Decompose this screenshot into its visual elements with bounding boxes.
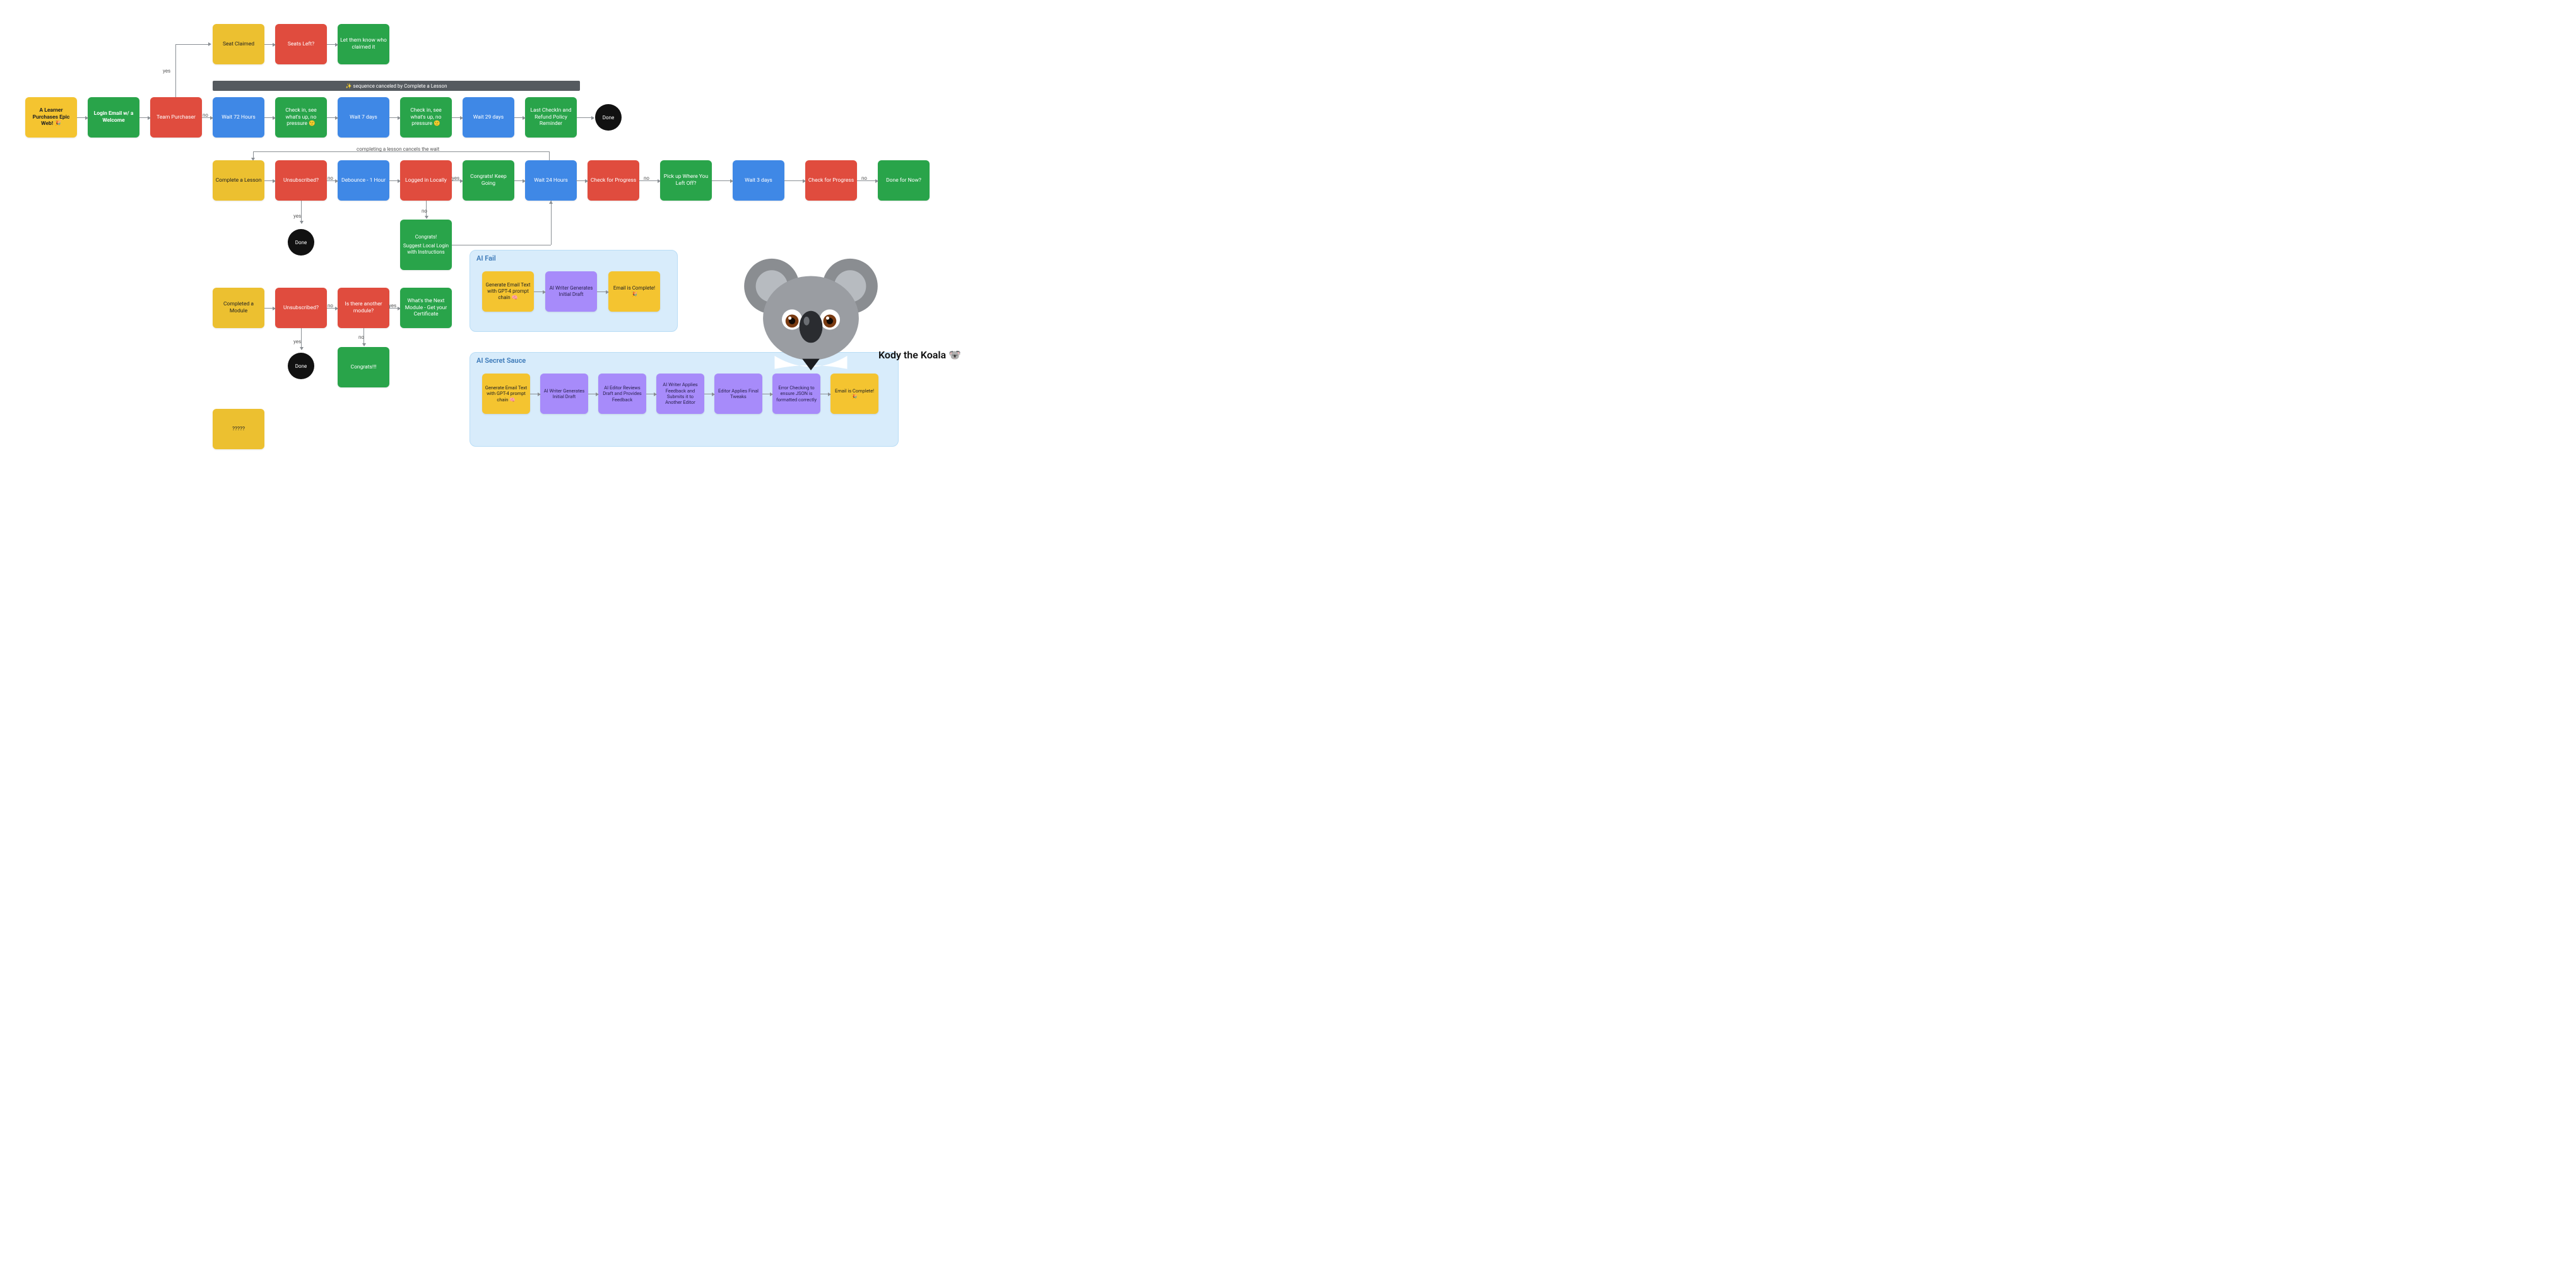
node-let-them-know: Let them know who claimed it — [338, 24, 389, 64]
arrow — [577, 117, 594, 118]
arrow — [576, 180, 588, 181]
arrow — [514, 180, 525, 181]
connector — [301, 201, 302, 223]
edge-label-yes: yes — [293, 213, 301, 219]
node-mystery: ????? — [213, 409, 264, 449]
node-unsubscribed-2: Unsubscribed? — [275, 288, 327, 328]
node-wait-7d: Wait 7 days — [338, 97, 389, 138]
node-congrats-suggest: Congrats! Suggest Local Login with Instr… — [400, 220, 452, 270]
arrow — [264, 117, 275, 118]
connector — [551, 201, 552, 245]
node-unsubscribed-1: Unsubscribed? — [275, 160, 327, 201]
arrow — [784, 180, 805, 181]
node-congrats-final: Congrats!!! — [338, 347, 389, 387]
node-ai-secret-b: AI Writer Generates Initial Draft — [540, 374, 588, 414]
arrow — [639, 180, 660, 181]
node-wait-24h: Wait 24 Hours — [525, 160, 577, 201]
node-wait-29d: Wait 29 days — [463, 97, 514, 138]
node-wait-72h: Wait 72 Hours — [213, 97, 264, 138]
congrats-body: Suggest Local Login with Instructions — [403, 243, 449, 256]
node-learner-purchases: A Learner Purchases Epic Web! 🎉 — [25, 97, 77, 138]
arrow — [389, 117, 400, 118]
edge-label-no: no — [861, 175, 867, 181]
arrowhead — [208, 42, 211, 46]
connector — [301, 328, 302, 350]
node-pickup: Pick up Where You Left Off? — [660, 160, 712, 201]
arrow — [264, 44, 275, 45]
panel-title-ai-secret: AI Secret Sauce — [476, 356, 526, 365]
arrow — [327, 117, 338, 118]
node-seat-claimed: Seat Claimed — [213, 24, 264, 64]
node-congrats-going: Congrats! Keep Going — [463, 160, 514, 201]
node-check-progress-1: Check for Progress — [588, 160, 639, 201]
node-completed-module: Completed a Module — [213, 288, 264, 328]
node-done-unsub: Done — [288, 229, 314, 256]
node-checkin-2: Check in, see what's up, no pressure 🙂 — [400, 97, 452, 138]
connector — [175, 44, 176, 97]
arrow — [389, 180, 400, 181]
banner-sequence-canceled: ✨ sequence canceled by Complete a Lesson — [213, 81, 580, 91]
node-ai-fail-complete: Email is Complete! 🎉 — [608, 271, 660, 312]
arrow — [264, 308, 275, 309]
edge-label-yes: yes — [389, 303, 396, 309]
arrow — [712, 180, 733, 181]
node-check-progress-2: Check for Progress — [805, 160, 857, 201]
node-done-for-now: Done for Now? — [878, 160, 930, 201]
connector — [253, 151, 549, 152]
node-logged-in: Logged in Locally — [400, 160, 452, 201]
node-ai-fail-generate: Generate Email Text with GPT-4 prompt ch… — [482, 271, 534, 312]
node-ai-secret-d: AI Writer Applies Feedback and Submits i… — [656, 374, 704, 414]
edge-label-yes: yes — [163, 68, 170, 74]
node-ai-secret-c: AI Editor Reviews Draft and Provides Fee… — [598, 374, 646, 414]
node-ai-fail-writer: AI Writer Generates Initial Draft — [545, 271, 597, 312]
edge-label-no: no — [203, 112, 208, 118]
node-checkin-1: Check in, see what's up, no pressure 🙂 — [275, 97, 327, 138]
caption-kody: Kody the Koala 🐨 — [878, 349, 961, 361]
edge-label-no: no — [644, 175, 649, 181]
edge-label-no: no — [358, 334, 364, 340]
node-seats-left: Seats Left? — [275, 24, 327, 64]
node-whats-next: What's the Next Module - Get your Certif… — [400, 288, 452, 328]
edge-label-no: no — [328, 175, 333, 181]
node-done-module: Done — [288, 353, 314, 379]
node-wait-3d: Wait 3 days — [733, 160, 784, 201]
edge-label-no: no — [328, 303, 333, 309]
arrow — [264, 180, 275, 181]
arrow — [514, 117, 525, 118]
panel-title-ai-fail: AI Fail — [476, 254, 496, 262]
node-debounce: Debounce - 1 Hour — [338, 160, 389, 201]
node-ai-secret-a: Generate Email Text with GPT-4 prompt ch… — [482, 374, 530, 414]
node-done-main: Done — [595, 104, 622, 131]
node-login-email: Login Email w/ a Welcome — [88, 97, 139, 138]
arrow — [452, 117, 463, 118]
node-last-checkin: Last CheckIn and Refund Policy Reminder — [525, 97, 577, 138]
koala-illustration — [738, 240, 883, 385]
edge-label-yes: yes — [452, 175, 459, 181]
congrats-title: Congrats! — [403, 234, 449, 240]
node-another-module: Is there another module? — [338, 288, 389, 328]
edge-label-no: no — [422, 208, 427, 214]
arrow — [327, 44, 338, 45]
connector — [549, 151, 550, 160]
arrowhead — [549, 201, 553, 204]
edge-label-yes: yes — [293, 339, 301, 344]
arrow — [139, 117, 150, 118]
node-team-purchaser: Team Purchaser — [150, 97, 202, 138]
diagram-canvas: Seat Claimed Seats Left? Let them know w… — [0, 0, 984, 492]
arrow — [77, 117, 88, 118]
connector — [175, 44, 208, 45]
arrow — [857, 180, 878, 181]
node-complete-lesson: Complete a Lesson — [213, 160, 264, 201]
